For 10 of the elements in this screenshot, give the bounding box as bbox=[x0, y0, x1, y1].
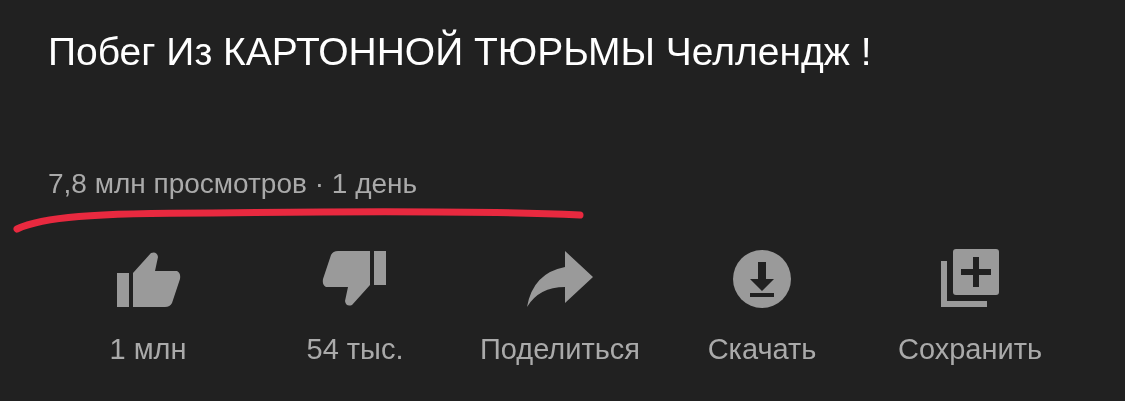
download-button[interactable]: Скачать bbox=[707, 329, 817, 369]
video-meta: 7,8 млн просмотров · 1 день bbox=[48, 167, 418, 201]
download-icon bbox=[732, 249, 792, 309]
share-button[interactable]: Поделиться bbox=[479, 329, 641, 369]
add-to-playlist-icon bbox=[939, 247, 1001, 309]
share-arrow-icon bbox=[525, 249, 595, 309]
save-button[interactable]: Сохранить bbox=[897, 329, 1043, 369]
dislike-button[interactable]: 54 тыс. bbox=[306, 329, 404, 369]
like-button[interactable]: 1 млн bbox=[109, 329, 187, 369]
video-title: Побег Из КАРТОННОЙ ТЮРЬМЫ Челлендж ! bbox=[48, 28, 873, 75]
